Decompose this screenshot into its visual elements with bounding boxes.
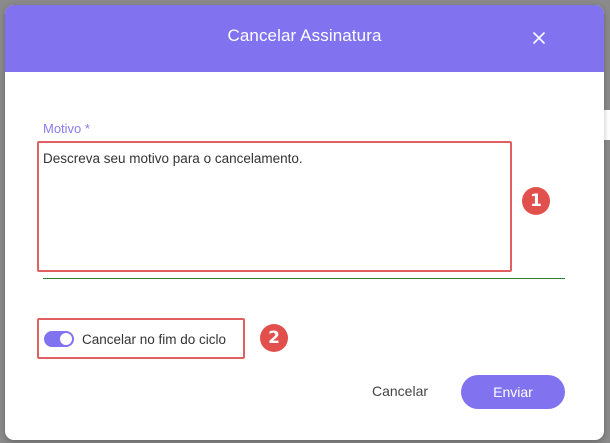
close-icon[interactable] xyxy=(529,28,549,48)
reason-textarea[interactable] xyxy=(43,145,565,278)
cancel-subscription-dialog: Cancelar Assinatura Motivo * 1 Cancelar … xyxy=(5,5,604,440)
cancel-at-period-end-label: Cancelar no fim do ciclo xyxy=(82,331,227,347)
submit-button[interactable]: Enviar xyxy=(461,375,565,409)
annotation-badge-2: 2 xyxy=(260,324,288,352)
cancel-at-period-end-toggle[interactable] xyxy=(44,331,74,347)
reason-label: Motivo * xyxy=(43,121,90,136)
cancel-button[interactable]: Cancelar xyxy=(360,375,440,407)
backdrop-strip xyxy=(604,110,610,140)
toggle-knob xyxy=(60,333,72,345)
annotation-badge-1: 1 xyxy=(522,187,550,215)
cancel-at-period-end-row: Cancelar no fim do ciclo xyxy=(43,327,226,351)
dialog-title: Cancelar Assinatura xyxy=(227,26,382,45)
reason-field xyxy=(43,145,565,279)
dialog-header: Cancelar Assinatura xyxy=(5,5,604,72)
